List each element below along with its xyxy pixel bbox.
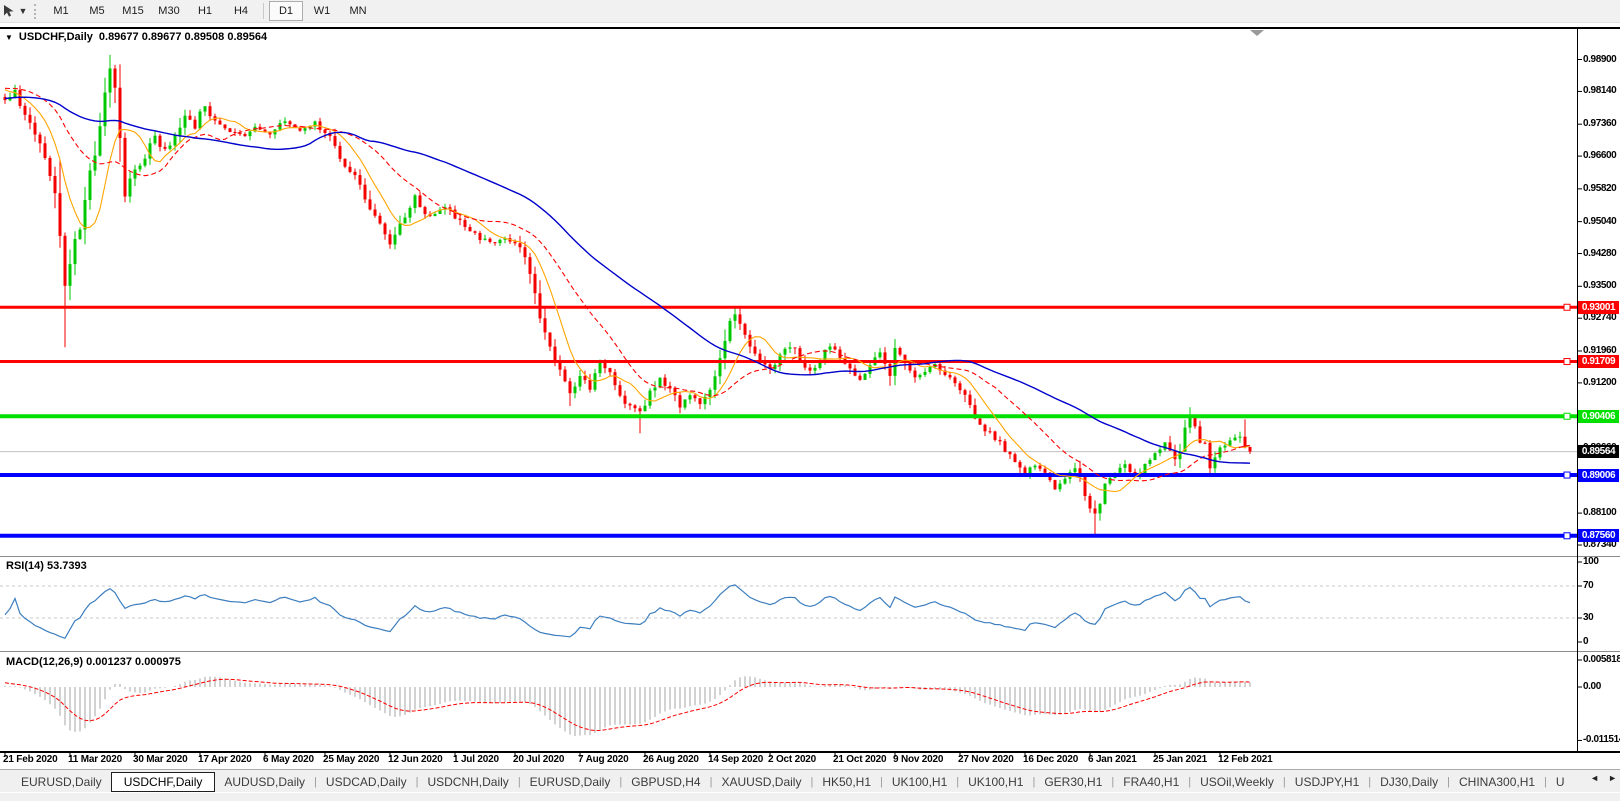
price-axis-tick: 0.96600 (1583, 150, 1616, 162)
timeframe-button-d1[interactable]: D1 (269, 1, 303, 21)
chart-tab-eurusd-daily[interactable]: EURUSD,Daily (12, 773, 111, 791)
hline-price-label: 0.89006 (1578, 469, 1619, 482)
chart-tab-hk50-h1[interactable]: HK50,H1 (813, 773, 880, 791)
rsi-indicator-label: RSI(14) 53.7393 (6, 560, 87, 572)
date-axis-tick: 25 Jan 2021 (1153, 754, 1207, 765)
timeframe-button-mn[interactable]: MN (341, 1, 375, 21)
hline-price-label: 0.90406 (1578, 410, 1619, 423)
chart-tab-eurusd-daily[interactable]: EURUSD,Daily (521, 773, 620, 791)
tab-scroll-right-icon[interactable]: ► (1608, 773, 1617, 783)
date-axis-tick: 21 Feb 2020 (3, 754, 58, 765)
timeframe-button-m1[interactable]: M1 (44, 1, 78, 21)
chart-tab-dj30-daily[interactable]: DJ30,Daily (1371, 773, 1447, 791)
price-axis-tick: 0.98900 (1583, 54, 1616, 66)
date-axis-tick: 7 Aug 2020 (578, 754, 628, 765)
macd-indicator-label: MACD(12,26,9) 0.001237 0.000975 (6, 656, 181, 668)
chart-symbol-period: USDCHF,Daily (19, 31, 93, 43)
price-axis-tick: 0.97360 (1583, 118, 1616, 130)
chart-tabs-bar: EURUSD,DailyUSDCHF,DailyAUDUSD,Daily|USD… (0, 769, 1620, 793)
chart-cursor-icon[interactable] (1, 3, 17, 19)
timeframe-button-m30[interactable]: M30 (152, 1, 186, 21)
rsi-axis-tick: 0 (1583, 636, 1588, 648)
hline-price-label: 0.91709 (1578, 355, 1619, 368)
current-price-label: 0.89564 (1578, 445, 1619, 458)
chart-tab-xauusd-daily[interactable]: XAUUSD,Daily (712, 773, 810, 791)
price-axis-tick: 0.98140 (1583, 85, 1616, 97)
timeframe-button-m5[interactable]: M5 (80, 1, 114, 21)
chart-tab-usdcad-daily[interactable]: USDCAD,Daily (317, 773, 416, 791)
price-axis-tick: 0.92740 (1583, 312, 1616, 324)
chart-tab-ger30-h1[interactable]: GER30,H1 (1035, 773, 1111, 791)
date-axis-tick: 17 Apr 2020 (198, 754, 252, 765)
price-chart[interactable]: ▼ USDCHF,Daily 0.89677 0.89677 0.89508 0… (0, 0, 1620, 769)
chart-ohlc-readout: 0.89677 0.89677 0.89508 0.89564 (99, 31, 267, 43)
toolbar-separator (263, 3, 264, 19)
hline-price-label: 0.93001 (1578, 301, 1619, 314)
date-axis-tick: 1 Jul 2020 (453, 754, 499, 765)
chart-tab-usdcnh-daily[interactable]: USDCNH,Daily (418, 773, 517, 791)
date-axis-tick: 26 Aug 2020 (643, 754, 699, 765)
chart-title: ▼ USDCHF,Daily 0.89677 0.89677 0.89508 0… (5, 31, 267, 43)
chart-tab-fra40-h1[interactable]: FRA40,H1 (1114, 773, 1188, 791)
date-axis-tick: 25 May 2020 (323, 754, 379, 765)
macd-axis-tick: -0.011514 (1583, 734, 1620, 746)
tab-scroll-left-icon[interactable]: ◄ (1590, 773, 1599, 783)
date-axis-tick: 30 Mar 2020 (133, 754, 188, 765)
timeframe-button-h4[interactable]: H4 (224, 1, 258, 21)
rsi-axis-tick: 100 (1583, 556, 1599, 568)
price-axis-tick: 0.91200 (1583, 377, 1616, 389)
macd-axis-tick: 0.00 (1583, 681, 1601, 693)
rsi-axis-tick: 30 (1583, 612, 1593, 624)
date-axis-tick: 12 Feb 2021 (1218, 754, 1273, 765)
timeframe-button-w1[interactable]: W1 (305, 1, 339, 21)
dropdown-arrow-icon[interactable]: ▼ (17, 6, 29, 16)
chart-tab-usdchf-daily[interactable]: USDCHF,Daily (111, 772, 216, 792)
date-axis-tick: 14 Sep 2020 (708, 754, 763, 765)
price-axis-tick: 0.94280 (1583, 248, 1616, 260)
date-axis-tick: 20 Jul 2020 (513, 754, 564, 765)
date-axis-tick: 21 Oct 2020 (833, 754, 886, 765)
price-axis-tick: 0.95820 (1583, 183, 1616, 195)
date-axis-tick: 6 May 2020 (263, 754, 314, 765)
tab-scroll-controls: ◄ ► (1590, 773, 1617, 783)
price-axis-tick: 0.95040 (1583, 216, 1616, 228)
timeframe-buttons: M1M5M15M30H1H4 D1W1MN (43, 0, 376, 22)
date-axis-tick: 6 Jan 2021 (1088, 754, 1137, 765)
chart-tab-u[interactable]: U (1547, 773, 1574, 791)
date-axis-tick: 11 Mar 2020 (68, 754, 122, 765)
rsi-axis-tick: 70 (1583, 580, 1593, 592)
chart-tab-audusd-daily[interactable]: AUDUSD,Daily (215, 773, 314, 791)
toolbar-grip-handle[interactable] (34, 4, 36, 19)
date-axis-tick: 2 Oct 2020 (768, 754, 816, 765)
hline-price-label: 0.87560 (1578, 529, 1619, 542)
timeframe-button-h1[interactable]: H1 (188, 1, 222, 21)
chart-canvas[interactable] (0, 0, 1620, 769)
date-axis-tick: 16 Dec 2020 (1023, 754, 1078, 765)
macd-axis-tick: 0.005818 (1583, 654, 1620, 666)
date-axis-tick: 9 Nov 2020 (893, 754, 943, 765)
window-menu-icon[interactable]: ▼ (5, 33, 13, 42)
price-axis-tick: 0.88100 (1583, 507, 1616, 519)
date-axis-tick: 12 Jun 2020 (388, 754, 443, 765)
chart-tab-uk100-h1[interactable]: UK100,H1 (959, 773, 1032, 791)
chart-tab-usoil-weekly[interactable]: USOil,Weekly (1191, 773, 1283, 791)
chart-tab-china300-h1[interactable]: CHINA300,H1 (1450, 773, 1544, 791)
price-axis-tick: 0.93500 (1583, 280, 1616, 292)
chart-tab-usdjpy-h1[interactable]: USDJPY,H1 (1286, 773, 1368, 791)
timeframe-button-m15[interactable]: M15 (116, 1, 150, 21)
chart-tab-gbpusd-h4[interactable]: GBPUSD,H4 (622, 773, 709, 791)
toolbar: ▼ M1M5M15M30H1H4 D1W1MN (0, 0, 1620, 23)
date-axis-tick: 27 Nov 2020 (958, 754, 1014, 765)
chart-tab-uk100-h1[interactable]: UK100,H1 (883, 773, 956, 791)
